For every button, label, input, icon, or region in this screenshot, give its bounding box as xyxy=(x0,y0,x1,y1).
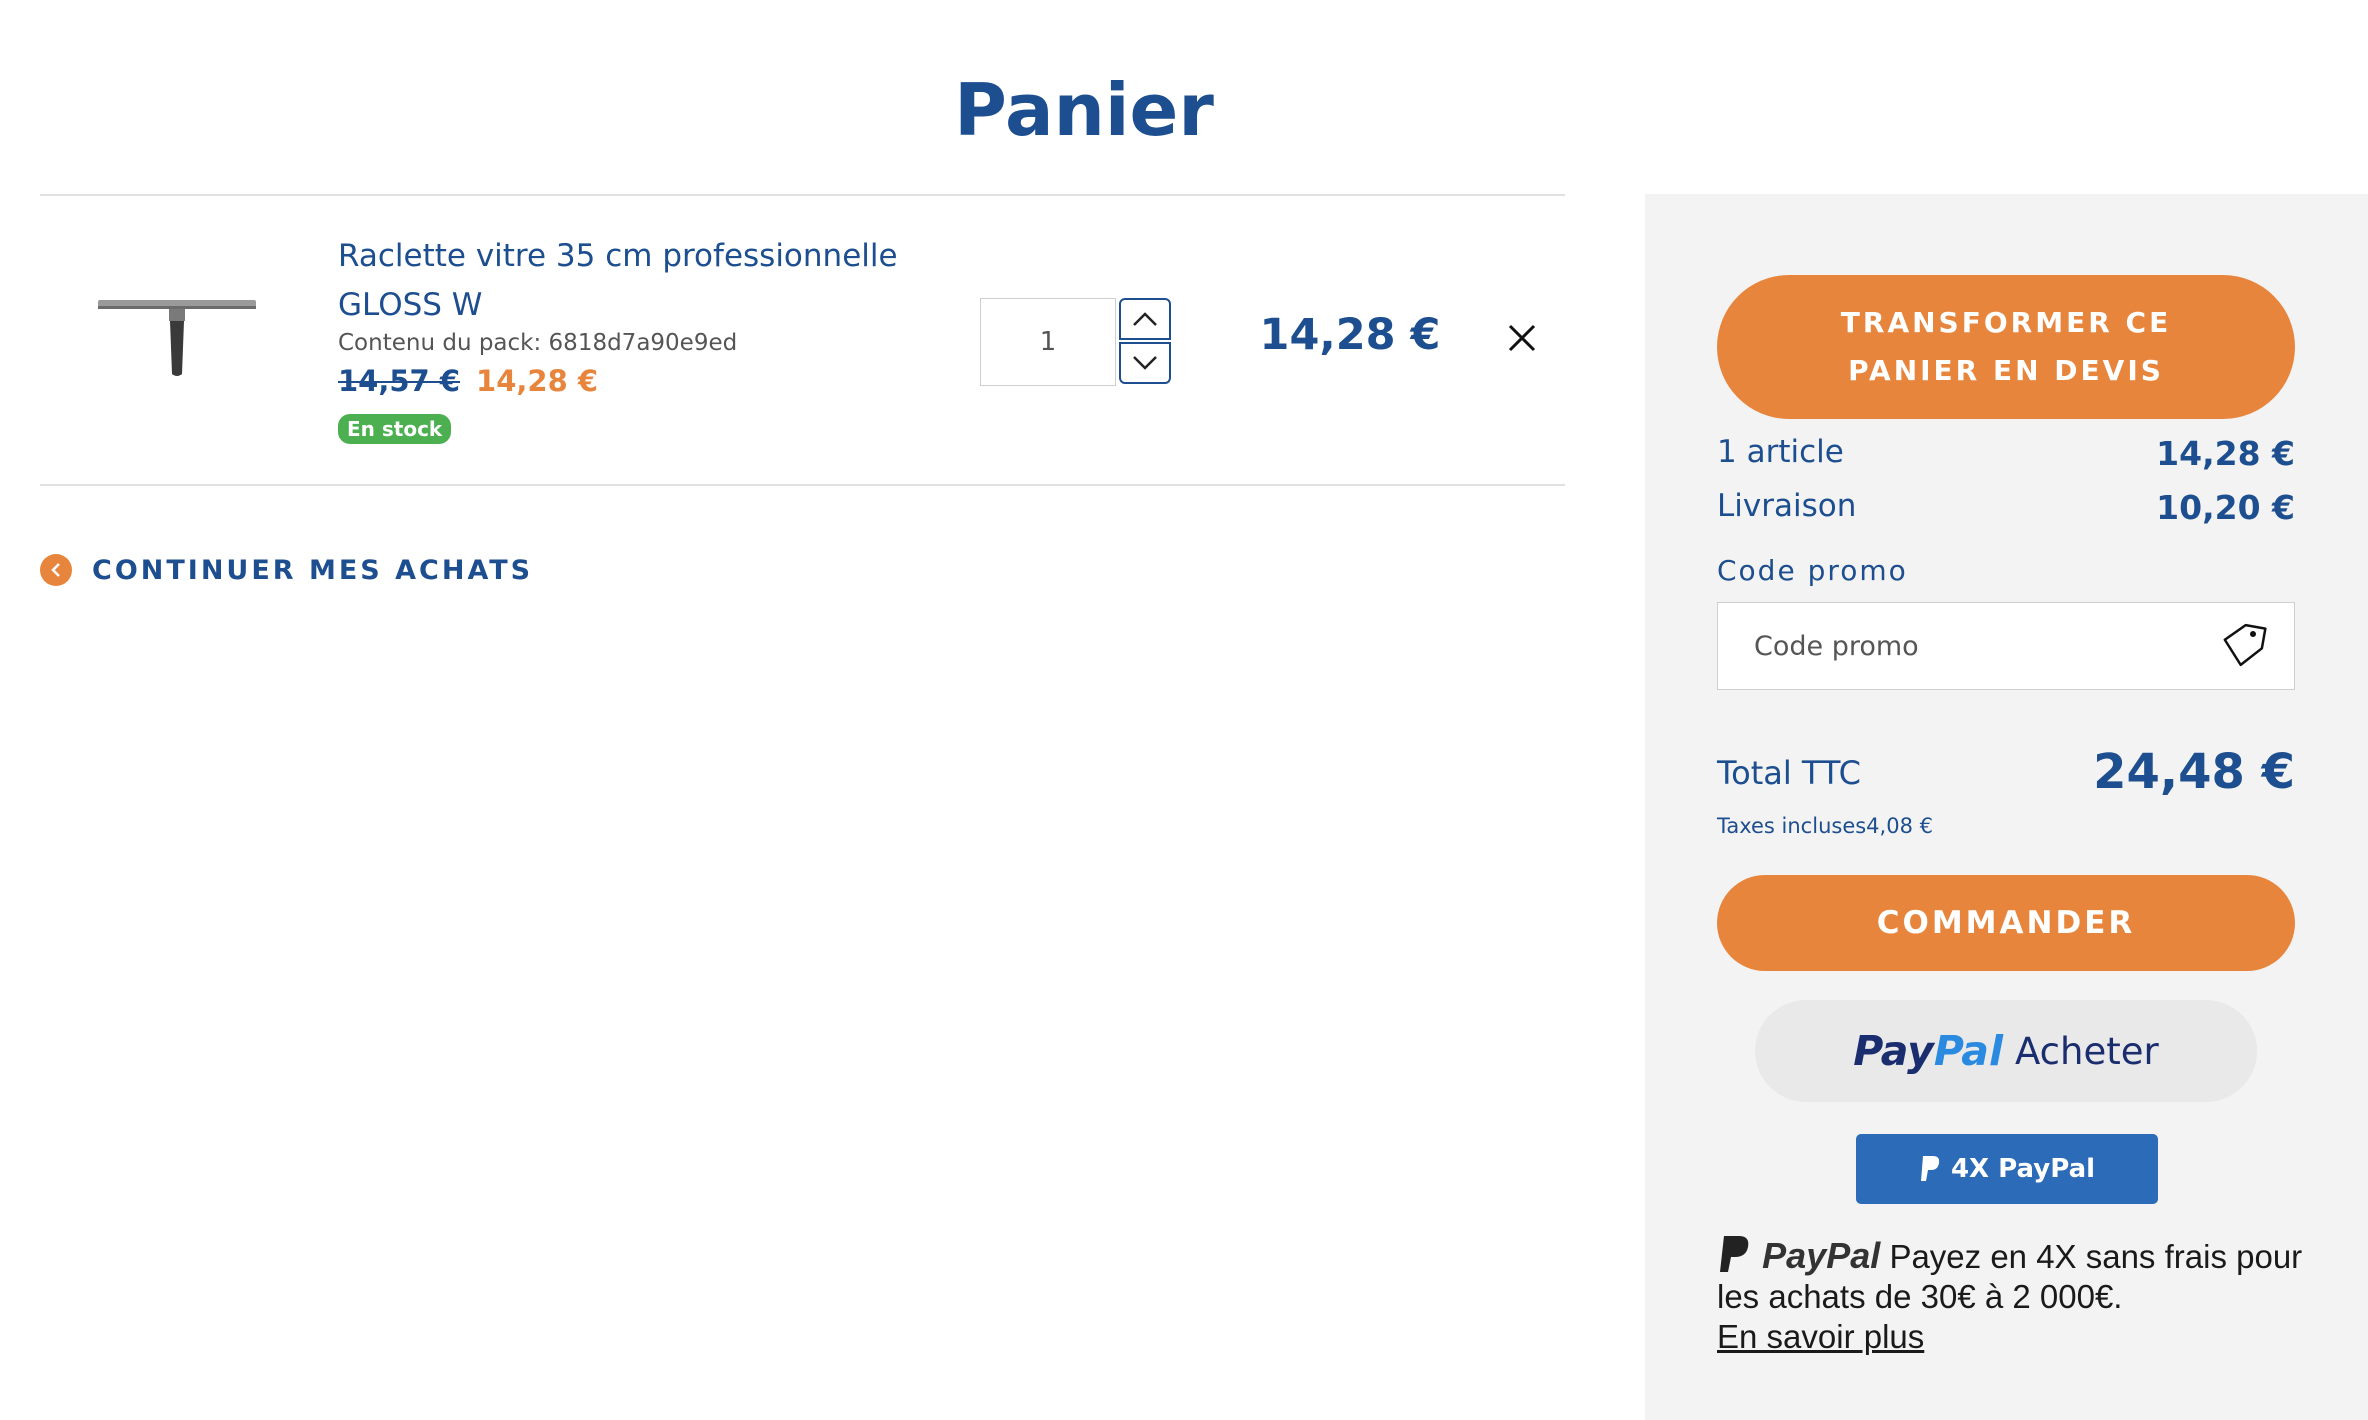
quantity-input[interactable] xyxy=(980,298,1116,386)
learn-more-link[interactable]: En savoir plus xyxy=(1717,1318,1924,1355)
paypal-logo: PayPal xyxy=(1853,1027,2003,1075)
promo-label: Code promo xyxy=(1717,554,1908,587)
product-price: 14,57 € 14,28 € xyxy=(338,364,598,398)
promo-input[interactable] xyxy=(1718,603,2198,689)
shipping-row: Livraison 10,20 € xyxy=(1717,488,2295,527)
product-pack-content: Contenu du pack: 6818d7a90e9ed xyxy=(338,330,738,356)
tax-note: Taxes incluses4,08 € xyxy=(1717,814,1933,838)
articles-label: 1 article xyxy=(1717,434,1844,470)
old-price: 14,57 € xyxy=(338,364,461,398)
paypal-icon xyxy=(1720,1236,1749,1272)
quote-button[interactable]: TRANSFORMER CE PANIER EN DEVIS xyxy=(1717,275,2295,419)
current-price: 14,28 € xyxy=(476,364,599,398)
chevron-down-icon xyxy=(1133,356,1157,370)
order-button[interactable]: COMMANDER xyxy=(1717,875,2295,971)
paypal-icon xyxy=(1920,1156,1940,1181)
chevron-up-icon xyxy=(1133,312,1157,326)
paypal-buy-label: Acheter xyxy=(2015,1029,2159,1073)
cart-item-row: Raclette vitre 35 cm professionnelle GLO… xyxy=(40,196,1565,484)
shipping-label: Livraison xyxy=(1717,488,1857,524)
total-value: 24,48 € xyxy=(2093,744,2295,800)
chevron-left-icon xyxy=(40,554,72,586)
cart-summary: TRANSFORMER CE PANIER EN DEVIS 1 article… xyxy=(1645,194,2368,1420)
paypal-4x-label: 4X PayPal xyxy=(1950,1154,2096,1184)
paypal-message-logo: PayPal xyxy=(1762,1235,1881,1276)
paypal-4x-button[interactable]: 4X PayPal xyxy=(1856,1134,2158,1204)
quantity-increase-button[interactable] xyxy=(1119,298,1171,340)
line-total: 14,28 € xyxy=(1259,310,1441,360)
product-image[interactable] xyxy=(92,278,262,388)
shipping-value: 10,20 € xyxy=(2156,488,2295,527)
quantity-stepper xyxy=(980,298,1171,386)
stock-badge: En stock xyxy=(338,414,452,444)
page-title: Panier xyxy=(954,68,1214,152)
close-icon[interactable] xyxy=(1502,318,1542,358)
paypal-pay-later-message: PayPal Payez en 4X sans frais pour les a… xyxy=(1717,1234,2317,1357)
articles-value: 14,28 € xyxy=(2156,434,2295,473)
quantity-decrease-button[interactable] xyxy=(1119,342,1171,384)
continue-shopping-link[interactable]: CONTINUER MES ACHATS xyxy=(40,554,533,586)
tag-icon[interactable] xyxy=(2218,621,2268,671)
total-label: Total TTC xyxy=(1717,754,1861,792)
articles-row: 1 article 14,28 € xyxy=(1717,434,2295,473)
promo-field xyxy=(1717,602,2295,690)
divider-bottom xyxy=(40,484,1565,486)
product-name[interactable]: Raclette vitre 35 cm professionnelle GLO… xyxy=(338,232,938,330)
paypal-button[interactable]: PayPal Acheter xyxy=(1755,1000,2257,1102)
continue-shopping-label: CONTINUER MES ACHATS xyxy=(92,554,534,586)
